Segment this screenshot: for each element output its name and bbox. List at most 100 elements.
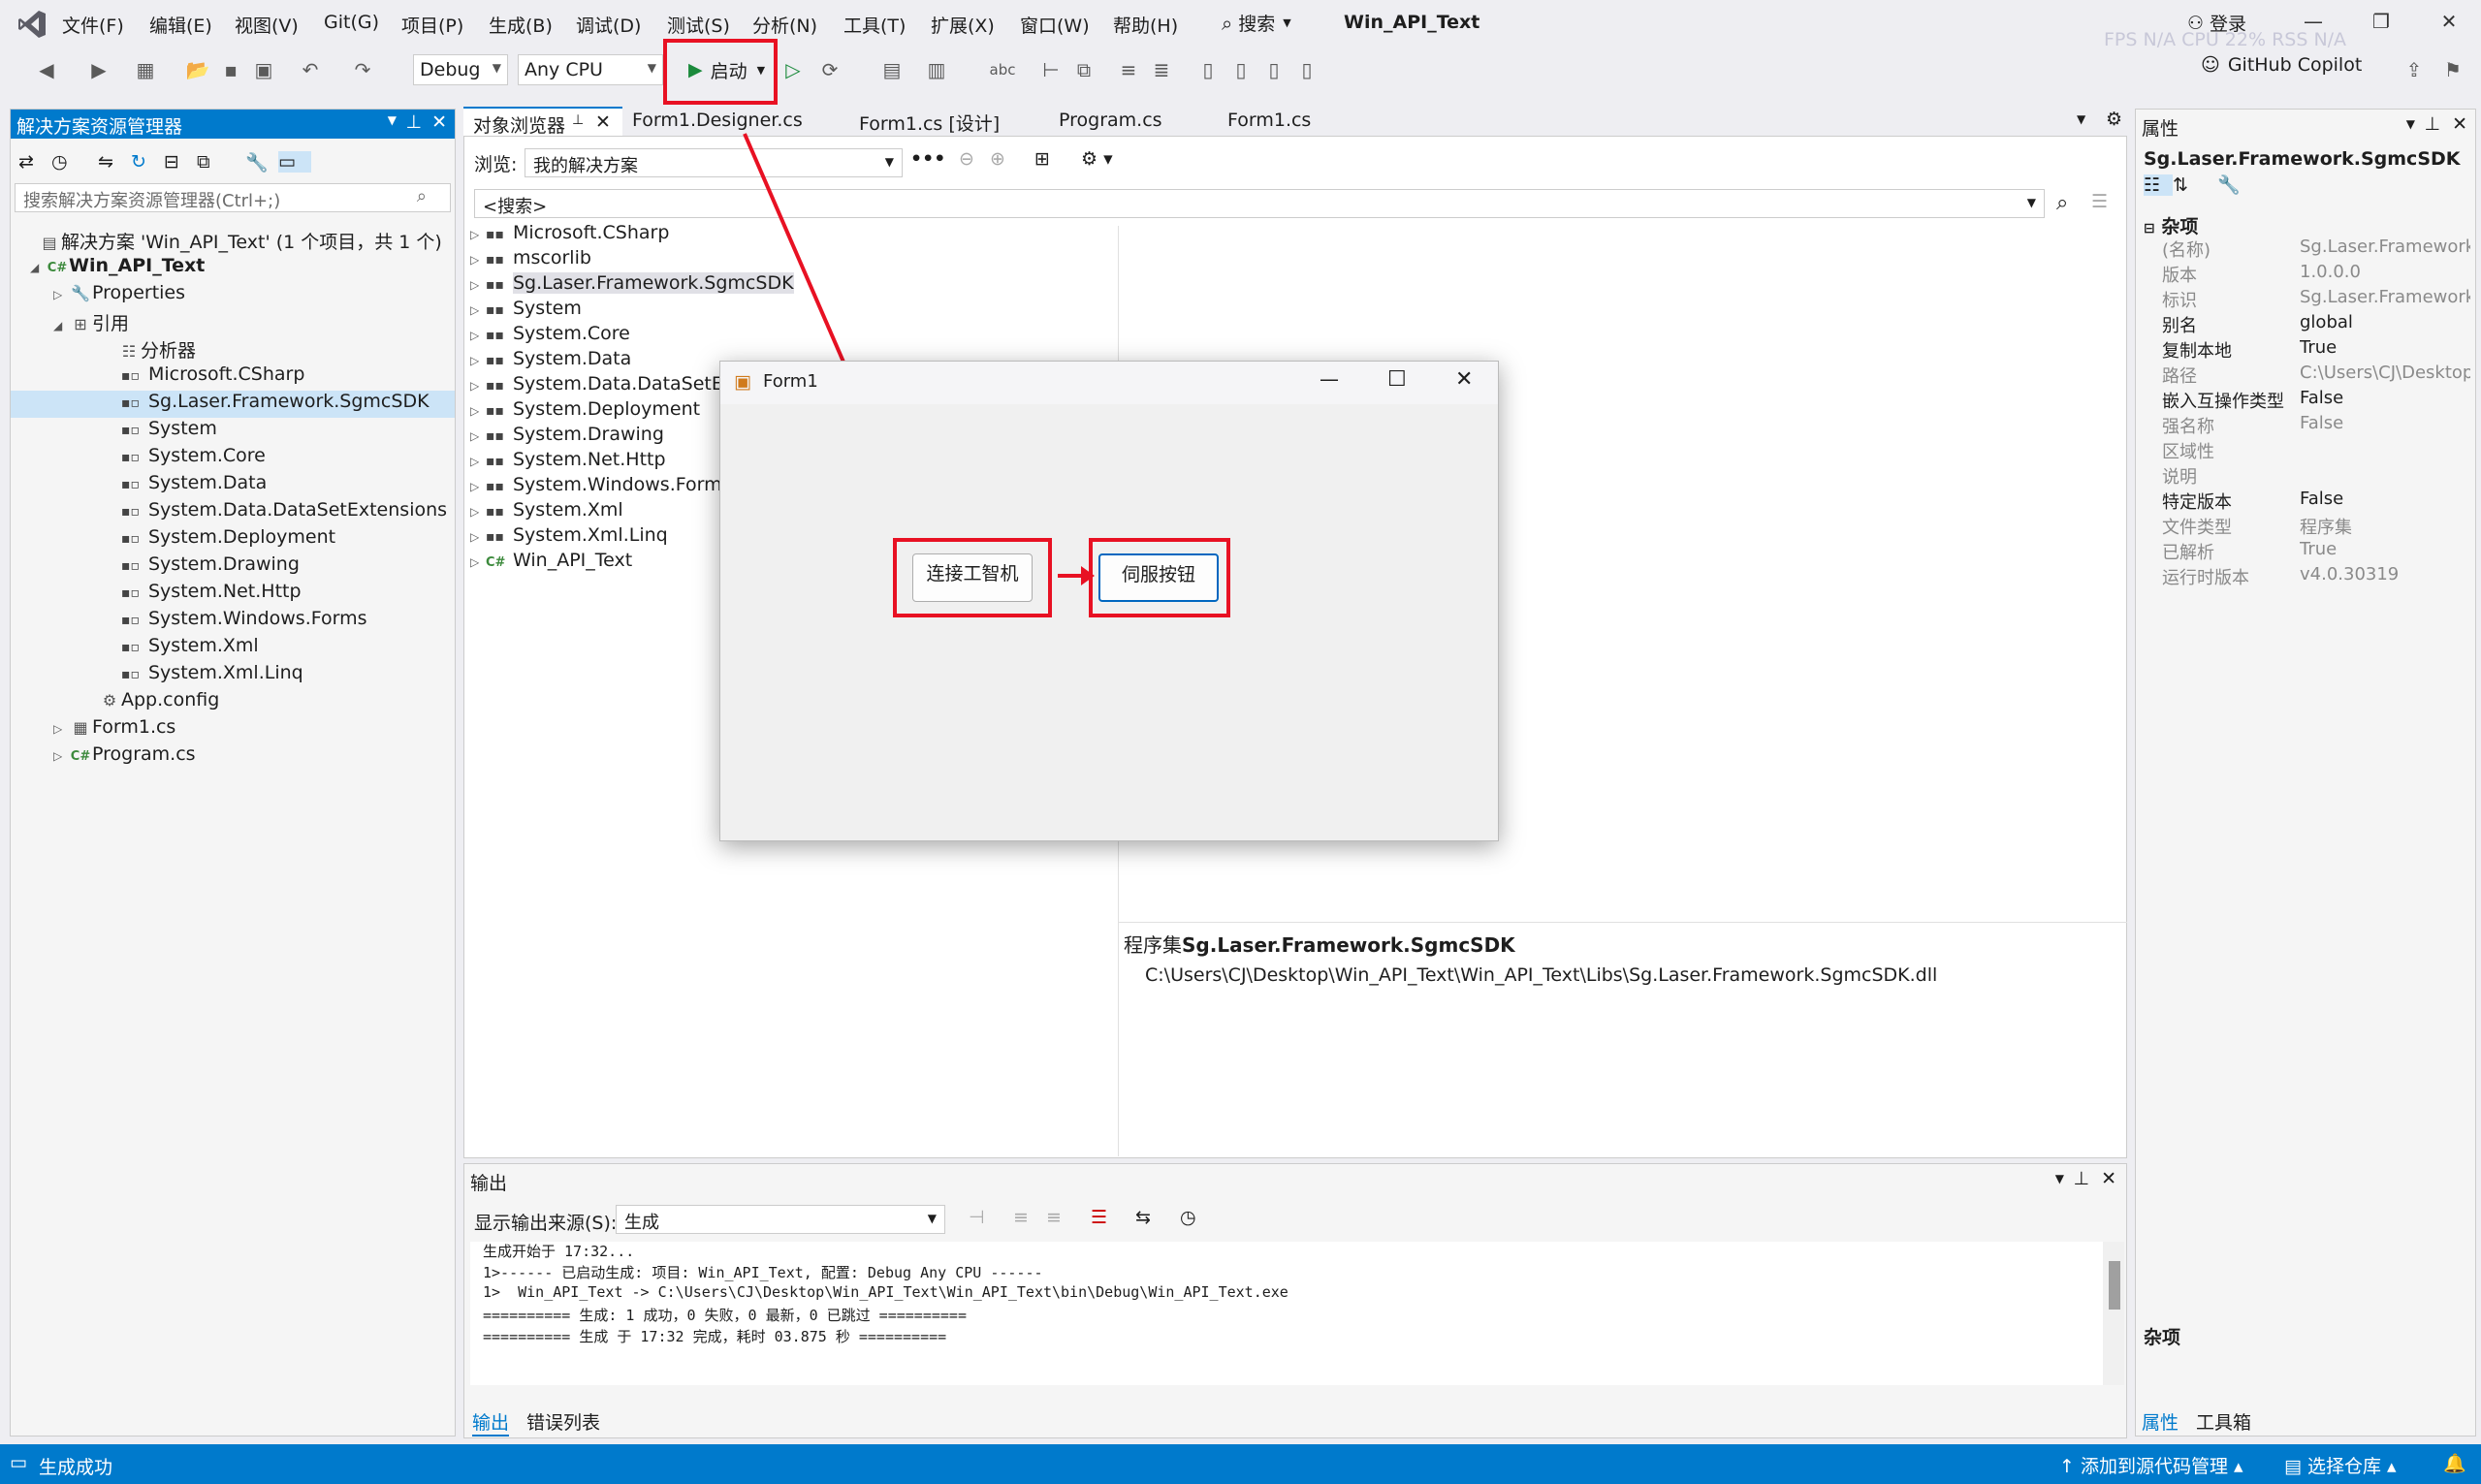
property-name: 特定版本: [2162, 492, 2232, 513]
form1-title: Form1: [763, 371, 818, 392]
property-name: 版本: [2162, 266, 2197, 286]
property-value: False: [2300, 489, 2344, 509]
property-value: 1.0.0.0: [2300, 262, 2361, 282]
output-panel: 输出 ▼ ⊥ ✕ 显示输出来源(S): 生成 ▼ ⊣ ≡ ≡ ☰ ⇆ ◷ 输出 …: [463, 1163, 2127, 1438]
minimize-button[interactable]: —: [1320, 367, 1339, 391]
property-value: True: [2300, 337, 2338, 358]
properties-category[interactable]: ⊟ 杂项: [2144, 212, 2198, 238]
servo-button[interactable]: 伺服按钮: [1098, 553, 1219, 602]
property-value: False: [2300, 413, 2344, 433]
property-name: 运行时版本: [2162, 568, 2249, 588]
notification-bell-icon[interactable]: 🔔: [2443, 1452, 2466, 1474]
property-value: Sg.Laser.Framework.: [2300, 287, 2470, 307]
output-source-label: 显示输出来源(S):: [474, 1213, 618, 1234]
property-value: C:\Users\CJ\Desktop: [2300, 363, 2470, 383]
output-source-select[interactable]: 生成 ▼: [616, 1205, 945, 1234]
property-row[interactable]: 嵌入互操作类型 False: [2137, 388, 2472, 413]
properties-category-label: 杂项: [2161, 216, 2199, 237]
property-name: 嵌入互操作类型: [2162, 392, 2284, 412]
clock-icon[interactable]: ◷: [1180, 1207, 1213, 1228]
output-line: ========== 生成: 1 成功，0 失败，0 最新，0 已跳过 ====…: [483, 1307, 967, 1324]
scroll-thumb[interactable]: [2109, 1261, 2120, 1310]
properties-description-title: 杂项: [2144, 1327, 2181, 1348]
clear-all-icon[interactable]: ☰: [1091, 1207, 1135, 1228]
tab-toolbox[interactable]: 工具箱: [2196, 1408, 2251, 1435]
form1-window: ▣ Form1 — ☐ ✕ 连接工智机 伺服按钮: [719, 361, 1499, 841]
close-icon[interactable]: ✕: [2101, 1168, 2116, 1189]
property-row[interactable]: 文件类型 程序集: [2137, 514, 2472, 539]
properties-object-selector[interactable]: Sg.Laser.Framework.SgmcSDK 引: [2144, 144, 2469, 171]
close-button[interactable]: ✕: [1455, 367, 1473, 392]
property-value: global: [2300, 312, 2353, 332]
categorized-icon[interactable]: ☷: [2144, 174, 2173, 196]
property-name: 说明: [2162, 467, 2197, 488]
tab-properties[interactable]: 属性: [2142, 1408, 2179, 1435]
property-name: 文件类型: [2162, 518, 2232, 538]
property-row[interactable]: 特定版本 False: [2137, 489, 2472, 514]
property-row[interactable]: 别名 global: [2137, 312, 2472, 337]
property-value: False: [2300, 388, 2344, 408]
pin-icon[interactable]: ⊥: [2073, 1168, 2089, 1189]
properties-toolbar: ☷ ⇅ 🔧: [2144, 174, 2246, 196]
property-name: 区域性: [2162, 442, 2214, 462]
prev-message-icon[interactable]: ≡: [1013, 1207, 1046, 1228]
property-row[interactable]: 运行时版本 v4.0.30319: [2137, 564, 2472, 589]
alphabetical-icon[interactable]: ⇅: [2173, 174, 2217, 196]
status-text: 生成成功: [39, 1457, 113, 1478]
output-line: 1> Win_API_Text -> C:\Users\CJ\Desktop\W…: [483, 1283, 1288, 1301]
property-row[interactable]: (名称) Sg.Laser.Framework.: [2137, 237, 2472, 262]
property-value: 程序集: [2300, 518, 2352, 538]
property-row[interactable]: 路径 C:\Users\CJ\Desktop: [2137, 363, 2472, 388]
property-row[interactable]: 标识 Sg.Laser.Framework.: [2137, 287, 2472, 312]
output-line: ========== 生成 于 17:32 完成，耗时 03.875 秒 ===…: [483, 1328, 947, 1345]
wrench-icon[interactable]: 🔧: [2217, 174, 2246, 196]
pin-icon[interactable]: ⊥: [2424, 113, 2440, 135]
property-row[interactable]: 复制本地 True: [2137, 337, 2472, 363]
property-name: 别名: [2162, 316, 2197, 336]
source-control-button[interactable]: ↑ 添加到源代码管理 ▴: [2059, 1452, 2243, 1478]
property-row[interactable]: 强名称 False: [2137, 413, 2472, 438]
chevron-down-icon[interactable]: ▼: [2406, 117, 2415, 131]
source-control-label: 添加到源代码管理: [2080, 1456, 2228, 1477]
property-row[interactable]: 已解析 True: [2137, 539, 2472, 564]
next-message-icon[interactable]: ≡: [1046, 1207, 1091, 1228]
tab-error-list[interactable]: 错误列表: [526, 1408, 600, 1435]
property-value: Sg.Laser.Framework.: [2300, 237, 2470, 257]
close-icon[interactable]: ✕: [2452, 113, 2467, 135]
output-source-value: 生成: [624, 1213, 659, 1233]
tab-output[interactable]: 输出: [472, 1408, 510, 1437]
output-title: 输出: [470, 1173, 508, 1194]
status-icon: ▭: [10, 1452, 27, 1473]
form1-titlebar: ▣ Form1 — ☐ ✕: [720, 362, 1498, 404]
collapse-icon[interactable]: ⊟: [2144, 221, 2155, 237]
chevron-down-icon[interactable]: ▼: [2055, 1172, 2064, 1185]
select-repo-label: 选择仓库: [2307, 1456, 2382, 1477]
property-row[interactable]: 版本 1.0.0.0: [2137, 262, 2472, 287]
connect-machine-button[interactable]: 连接工智机: [912, 553, 1033, 602]
property-name: 已解析: [2162, 543, 2214, 563]
property-name: 复制本地: [2162, 341, 2232, 362]
form-app-icon: ▣: [734, 371, 751, 393]
property-name: 路径: [2162, 366, 2197, 387]
word-wrap-icon[interactable]: ⇆: [1135, 1207, 1180, 1228]
property-row[interactable]: 区域性: [2137, 438, 2472, 463]
property-value: True: [2300, 539, 2338, 559]
status-bar: ▭ 生成成功 ↑ 添加到源代码管理 ▴ ▤ 选择仓库 ▴ 🔔: [0, 1444, 2481, 1484]
output-line: 生成开始于 17:32...: [483, 1243, 635, 1260]
output-scrollbar[interactable]: [2103, 1242, 2124, 1385]
property-name: 标识: [2162, 291, 2197, 311]
property-name: 强名称: [2162, 417, 2214, 437]
properties-header: 属性 ▼ ⊥ ✕: [2136, 111, 2475, 141]
output-line: 1>------ 已启动生成: 项目: Win_API_Text, 配置: De…: [483, 1264, 1043, 1281]
properties-object-name: Sg.Laser.Framework.SgmcSDK: [2144, 148, 2461, 170]
chevron-down-icon: ▼: [927, 1212, 937, 1225]
select-repo-button[interactable]: ▤ 选择仓库 ▴: [2284, 1452, 2397, 1478]
property-name: (名称): [2162, 240, 2211, 261]
property-value: v4.0.30319: [2300, 564, 2400, 584]
find-message-icon[interactable]: ⊣: [969, 1207, 1013, 1228]
property-row[interactable]: 说明: [2137, 463, 2472, 489]
maximize-button[interactable]: ☐: [1387, 367, 1407, 392]
output-header: 输出: [464, 1166, 513, 1195]
output-toolbar: ⊣ ≡ ≡ ☰ ⇆ ◷: [969, 1207, 1213, 1228]
properties-title: 属性: [2142, 118, 2179, 140]
